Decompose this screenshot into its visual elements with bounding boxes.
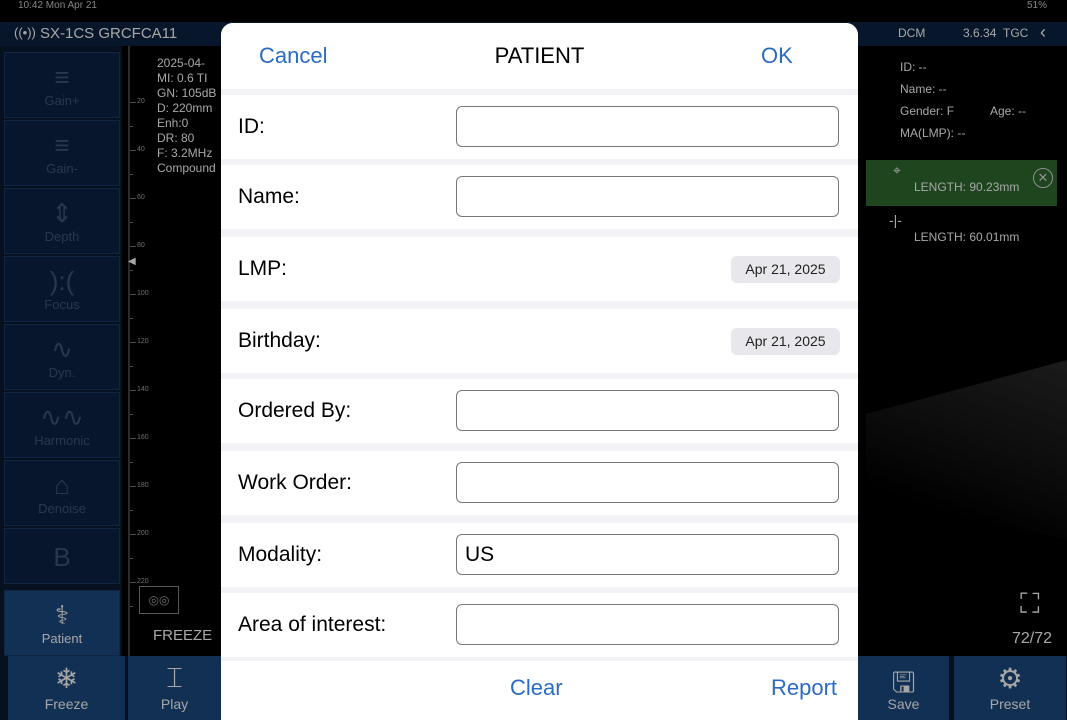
dialog-footer: Clear Report	[221, 661, 858, 720]
cancel-button[interactable]: Cancel	[259, 43, 327, 69]
modality-input[interactable]	[456, 534, 839, 575]
modality-label: Modality:	[238, 543, 323, 566]
area-of-interest-input[interactable]	[456, 604, 839, 645]
clear-button[interactable]: Clear	[510, 675, 563, 701]
field-row-birthday: Birthday: Apr 21, 2025	[221, 309, 858, 373]
report-button[interactable]: Report	[771, 675, 837, 701]
field-row-modality: Modality:	[221, 523, 858, 587]
field-row-id: ID:	[221, 95, 858, 159]
dialog-header: PATIENT Cancel OK	[221, 23, 858, 89]
field-row-area-of-interest: Area of interest:	[221, 593, 858, 657]
ordered-by-label: Ordered By:	[238, 399, 352, 422]
ok-button[interactable]: OK	[761, 43, 793, 69]
lmp-date-picker[interactable]: Apr 21, 2025	[731, 256, 840, 283]
work-order-label: Work Order:	[238, 471, 352, 494]
birthday-date-picker[interactable]: Apr 21, 2025	[731, 328, 840, 355]
name-label: Name:	[238, 185, 300, 208]
patient-dialog: PATIENT Cancel OK ID: Name: LMP: Apr 21,…	[221, 23, 858, 720]
lmp-label: LMP:	[238, 257, 288, 280]
ordered-by-input[interactable]	[456, 390, 839, 431]
id-label: ID:	[238, 115, 265, 138]
birthday-label: Birthday:	[238, 329, 321, 352]
field-row-ordered-by: Ordered By:	[221, 379, 858, 443]
area-of-interest-label: Area of interest:	[238, 613, 387, 636]
field-row-lmp: LMP: Apr 21, 2025	[221, 237, 858, 301]
field-row-name: Name:	[221, 165, 858, 229]
work-order-input[interactable]	[456, 462, 839, 503]
name-input[interactable]	[456, 176, 839, 217]
field-row-work-order: Work Order:	[221, 451, 858, 515]
id-input[interactable]	[456, 106, 839, 147]
